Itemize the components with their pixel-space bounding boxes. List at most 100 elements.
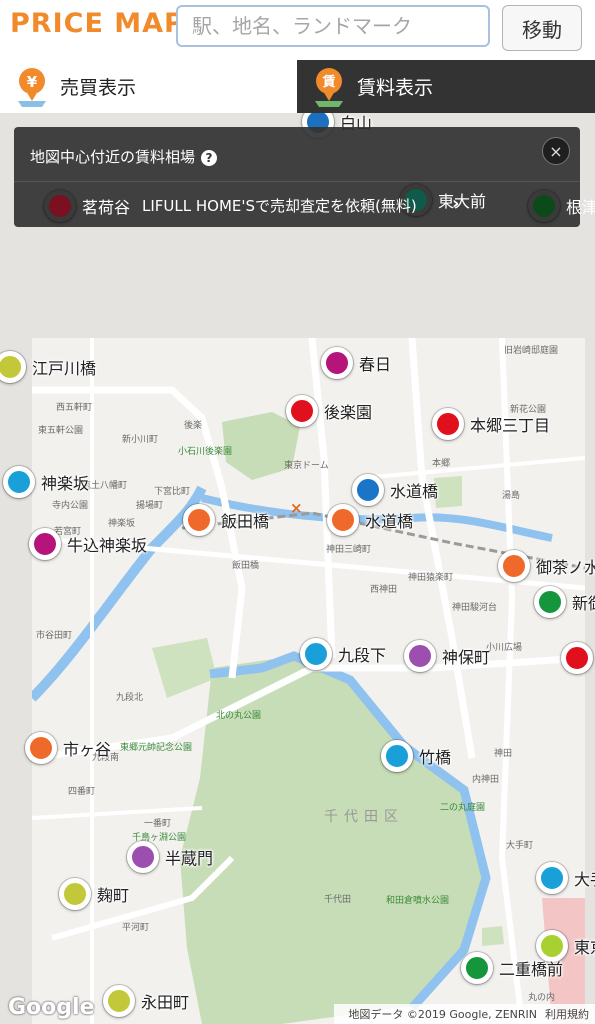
place-label: 湯島: [502, 491, 521, 501]
place-label: 一番町: [144, 819, 172, 829]
place-label: 神田: [494, 749, 513, 759]
station-dot: [534, 586, 566, 618]
place-label: 神田三崎町: [326, 545, 372, 555]
station-pin[interactable]: 根津: [528, 187, 595, 225]
station-pin[interactable]: 新御: [534, 583, 595, 621]
tab-rent[interactable]: 賃 賃料表示: [297, 60, 595, 113]
place-label: 九段北: [116, 693, 144, 703]
map-center-marker: ×: [290, 499, 303, 517]
station-dot: [103, 985, 135, 1017]
place-label: 後楽: [184, 421, 203, 431]
station-pin[interactable]: 牛込神楽坂: [29, 525, 147, 563]
station-pin[interactable]: 市ヶ谷: [25, 729, 111, 767]
station-dot: [300, 638, 332, 670]
station-dot: [25, 732, 57, 764]
svg-text:賃: 賃: [321, 74, 335, 90]
station-dot: [498, 550, 530, 582]
panel-title: 地図中心付近の賃料相場?: [30, 146, 218, 167]
station-pin[interactable]: 大手: [536, 859, 595, 897]
station-dot: [461, 952, 493, 984]
svg-text:¥: ¥: [27, 73, 38, 91]
help-icon[interactable]: ?: [201, 149, 218, 166]
station-dot: [536, 862, 568, 894]
station-pin[interactable]: 神保町: [404, 637, 490, 675]
google-logo: Google: [8, 995, 95, 1020]
place-label: 下宮比町: [154, 487, 191, 497]
station-dot: [44, 190, 76, 222]
station-dot: [286, 395, 318, 427]
tab-rent-label: 賃料表示: [357, 77, 434, 99]
park-label: 二の丸庭園: [440, 803, 486, 813]
place-label: 東五軒公園: [38, 426, 84, 436]
rent-pin-icon: 賃: [309, 65, 349, 109]
place-label: 神田猿楽町: [408, 573, 454, 583]
price-map-logo[interactable]: PRICE MAP: [10, 8, 185, 39]
place-label: 旧岩崎邸庭園: [504, 346, 559, 356]
station-dot: [327, 504, 359, 536]
station-dot: [127, 841, 159, 873]
station-pin[interactable]: 麹町: [59, 875, 129, 913]
place-label: 東京ドーム: [284, 461, 329, 471]
station-pin[interactable]: 水道橋: [327, 501, 413, 539]
station-dot: [59, 878, 91, 910]
yen-pin-icon: ¥: [12, 65, 52, 109]
station-pin[interactable]: 江戸川橋: [0, 348, 96, 386]
park-label: 小石川後楽園: [178, 447, 233, 457]
chevron-right-icon: ›: [452, 193, 460, 214]
map-data-credit: 地図データ ©2019 Google, ZENRIN: [348, 1008, 537, 1021]
place-label: 本郷: [432, 459, 451, 469]
tab-sale[interactable]: ¥ 売買表示: [0, 60, 297, 114]
station-dot: [381, 740, 413, 772]
park-label: 和田倉噴水公園: [386, 896, 450, 906]
app-header: PRICE MAP 移動: [0, 0, 595, 61]
place-label: 揚場町: [136, 501, 164, 511]
station-dot: [321, 347, 353, 379]
search-input[interactable]: [176, 5, 490, 47]
station-dot: [3, 466, 35, 498]
station-pin[interactable]: 半蔵門: [127, 838, 213, 876]
place-label: 西神田: [370, 585, 398, 595]
station-pin[interactable]: 飯田橋: [183, 501, 269, 539]
mode-tabs: ¥ 売買表示 賃 賃料表示: [0, 60, 595, 114]
move-button[interactable]: 移動: [502, 5, 582, 51]
place-label: 大手町: [506, 841, 534, 851]
station-pin[interactable]: 二重橋前: [461, 949, 563, 987]
station-pin[interactable]: 竹橋: [381, 737, 451, 775]
sell-appraisal-link[interactable]: LIFULL HOME'Sで売却査定を依頼(無料): [142, 195, 417, 216]
terms-link[interactable]: 利用規約: [545, 1006, 589, 1022]
station-dot: [561, 642, 593, 674]
place-label: 平河町: [122, 923, 150, 933]
map-view[interactable]: 千代田区 旧岩崎邸庭園 西五軒町 東五軒公園 新小川町 後楽 小石川後楽園 新花…: [0, 113, 595, 1024]
station-pin[interactable]: 本郷三丁目: [432, 405, 550, 443]
station-pin[interactable]: 御茶ノ水: [498, 547, 595, 585]
place-label: 千代田: [324, 895, 352, 905]
place-label: 市谷田町: [36, 631, 73, 641]
place-label: 丸の内: [528, 993, 556, 1003]
tab-sale-label: 売買表示: [60, 77, 137, 99]
park-label: 東郷元帥記念公園: [120, 743, 193, 753]
place-label: 新小川町: [122, 435, 159, 445]
ward-label: 千代田区: [324, 809, 404, 825]
station-pin[interactable]: 永田町: [103, 982, 189, 1020]
station-dot: [528, 190, 560, 222]
rent-market-panel: 地図中心付近の賃料相場? × 茗荷谷 東大前 根津 LIFULL HOME'Sで…: [14, 127, 595, 227]
station-dot: [29, 528, 61, 560]
station-pin[interactable]: 春日: [321, 344, 391, 382]
place-label: 西五軒町: [56, 403, 93, 413]
place-label: 神田駿河台: [452, 603, 498, 613]
station-pin[interactable]: 茗荷谷: [44, 187, 130, 225]
place-label: 小川広場: [486, 643, 523, 653]
station-dot: [183, 504, 215, 536]
place-label: 飯田橋: [232, 561, 260, 571]
park-label: 北の丸公園: [216, 711, 262, 721]
panel-divider: [14, 181, 580, 182]
station-pin[interactable]: 神楽坂: [3, 463, 89, 501]
station-pin[interactable]: 小: [561, 639, 595, 677]
station-pin[interactable]: 後楽園: [286, 392, 372, 430]
station-dot: [0, 351, 26, 383]
station-dot: [432, 408, 464, 440]
station-dot: [404, 640, 436, 672]
station-pin[interactable]: 九段下: [300, 635, 386, 673]
close-button[interactable]: ×: [542, 137, 570, 165]
place-label: 四番町: [68, 787, 96, 797]
